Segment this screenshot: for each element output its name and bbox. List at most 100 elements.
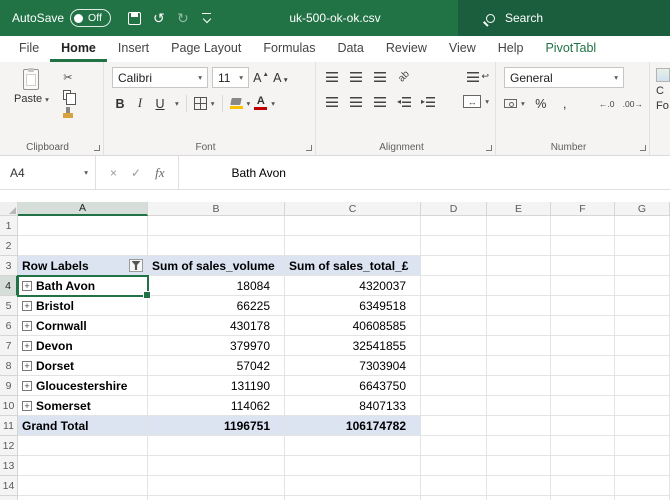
cell-F10[interactable]: [551, 396, 615, 416]
cell-G12[interactable]: [615, 436, 670, 456]
cell-A4[interactable]: +Bath Avon: [18, 276, 148, 296]
row-header-6[interactable]: 6: [0, 316, 18, 336]
cell-C5[interactable]: 6349518: [285, 296, 421, 316]
tab-review[interactable]: Review: [375, 36, 438, 62]
cell-F11[interactable]: [551, 416, 615, 436]
tab-data[interactable]: Data: [326, 36, 374, 62]
underline-button[interactable]: U: [152, 94, 168, 113]
cell-D10[interactable]: [421, 396, 487, 416]
cell-G15[interactable]: [615, 496, 670, 500]
cell-A7[interactable]: +Devon: [18, 336, 148, 356]
bold-button[interactable]: B: [112, 94, 128, 113]
copy-icon[interactable]: [63, 90, 71, 100]
cell-D7[interactable]: [421, 336, 487, 356]
cell-D14[interactable]: [421, 476, 487, 496]
cell-F14[interactable]: [551, 476, 615, 496]
orientation-button[interactable]: ab: [392, 64, 417, 89]
font-name-select[interactable]: Calibri▾: [112, 67, 208, 88]
cell-E4[interactable]: [487, 276, 551, 296]
row-header-5[interactable]: 5: [0, 296, 18, 316]
expand-icon[interactable]: +: [22, 341, 32, 351]
cell-C14[interactable]: [285, 476, 421, 496]
cell-E6[interactable]: [487, 316, 551, 336]
cell-G10[interactable]: [615, 396, 670, 416]
align-right-button[interactable]: [372, 92, 388, 111]
row-header-8[interactable]: 8: [0, 356, 18, 376]
row-header-1[interactable]: 1: [0, 216, 18, 236]
cell-F2[interactable]: [551, 236, 615, 256]
increase-decimal-button[interactable]: ←.0: [599, 94, 615, 113]
cell-D12[interactable]: [421, 436, 487, 456]
cell-F6[interactable]: [551, 316, 615, 336]
cell-G8[interactable]: [615, 356, 670, 376]
cell-F13[interactable]: [551, 456, 615, 476]
cell-A10[interactable]: +Somerset: [18, 396, 148, 416]
tab-file[interactable]: File: [8, 36, 50, 62]
decrease-decimal-button[interactable]: .00→: [623, 94, 643, 113]
expand-icon[interactable]: +: [22, 381, 32, 391]
cell-B9[interactable]: 131190: [148, 376, 285, 396]
row-header-14[interactable]: 14: [0, 476, 18, 496]
increase-font-size-button[interactable]: A▲: [253, 68, 269, 87]
cell-A15[interactable]: [18, 496, 148, 500]
cell-E11[interactable]: [487, 416, 551, 436]
comma-style-button[interactable]: ,: [557, 94, 573, 113]
tab-page-layout[interactable]: Page Layout: [160, 36, 252, 62]
autosave-switch[interactable]: Off: [70, 9, 111, 27]
cell-D13[interactable]: [421, 456, 487, 476]
cell-D8[interactable]: [421, 356, 487, 376]
cell-G3[interactable]: [615, 256, 670, 276]
row-header-3[interactable]: 3: [0, 256, 18, 276]
cell-C6[interactable]: 40608585: [285, 316, 421, 336]
cell-G7[interactable]: [615, 336, 670, 356]
row-labels-filter-button[interactable]: [129, 259, 143, 272]
cell-E2[interactable]: [487, 236, 551, 256]
cell-D2[interactable]: [421, 236, 487, 256]
cell-E1[interactable]: [487, 216, 551, 236]
cell-G4[interactable]: [615, 276, 670, 296]
cell-B12[interactable]: [148, 436, 285, 456]
undo-button[interactable]: ↺: [147, 7, 171, 29]
tab-insert[interactable]: Insert: [107, 36, 160, 62]
decrease-indent-button[interactable]: ◂: [396, 92, 412, 111]
format-painter-icon[interactable]: [66, 107, 70, 113]
cell-E8[interactable]: [487, 356, 551, 376]
cell-D5[interactable]: [421, 296, 487, 316]
insert-function-icon[interactable]: fx: [155, 165, 164, 181]
cell-D6[interactable]: [421, 316, 487, 336]
merge-center-button[interactable]: ↔▾: [463, 92, 489, 111]
cell-E3[interactable]: [487, 256, 551, 276]
cell-F9[interactable]: [551, 376, 615, 396]
cell-E7[interactable]: [487, 336, 551, 356]
cell-B4[interactable]: 18084: [148, 276, 285, 296]
row-header-9[interactable]: 9: [0, 376, 18, 396]
cell-B5[interactable]: 66225: [148, 296, 285, 316]
row-header-4[interactable]: 4: [0, 276, 18, 296]
row-header-13[interactable]: 13: [0, 456, 18, 476]
cell-D9[interactable]: [421, 376, 487, 396]
cell-G2[interactable]: [615, 236, 670, 256]
fill-color-button[interactable]: ▾: [230, 94, 251, 113]
cell-G14[interactable]: [615, 476, 670, 496]
select-all-button[interactable]: [0, 202, 18, 216]
name-box[interactable]: A4▾: [0, 156, 96, 189]
cell-B10[interactable]: 114062: [148, 396, 285, 416]
tab-view[interactable]: View: [438, 36, 487, 62]
cell-D15[interactable]: [421, 496, 487, 500]
cell-C13[interactable]: [285, 456, 421, 476]
expand-icon[interactable]: +: [22, 301, 32, 311]
cell-E5[interactable]: [487, 296, 551, 316]
align-left-button[interactable]: [324, 92, 340, 111]
font-color-button[interactable]: A▾: [254, 94, 275, 113]
conditional-formatting-icon[interactable]: [656, 68, 670, 82]
column-header-G[interactable]: G: [615, 202, 670, 216]
cell-G11[interactable]: [615, 416, 670, 436]
font-dialog-launcher[interactable]: [306, 145, 312, 151]
cell-A14[interactable]: [18, 476, 148, 496]
autosave-toggle[interactable]: AutoSave Off: [12, 9, 111, 27]
save-button[interactable]: [123, 7, 147, 29]
cell-B14[interactable]: [148, 476, 285, 496]
cell-G1[interactable]: [615, 216, 670, 236]
accounting-format-button[interactable]: ▾: [504, 94, 525, 113]
cell-D4[interactable]: [421, 276, 487, 296]
